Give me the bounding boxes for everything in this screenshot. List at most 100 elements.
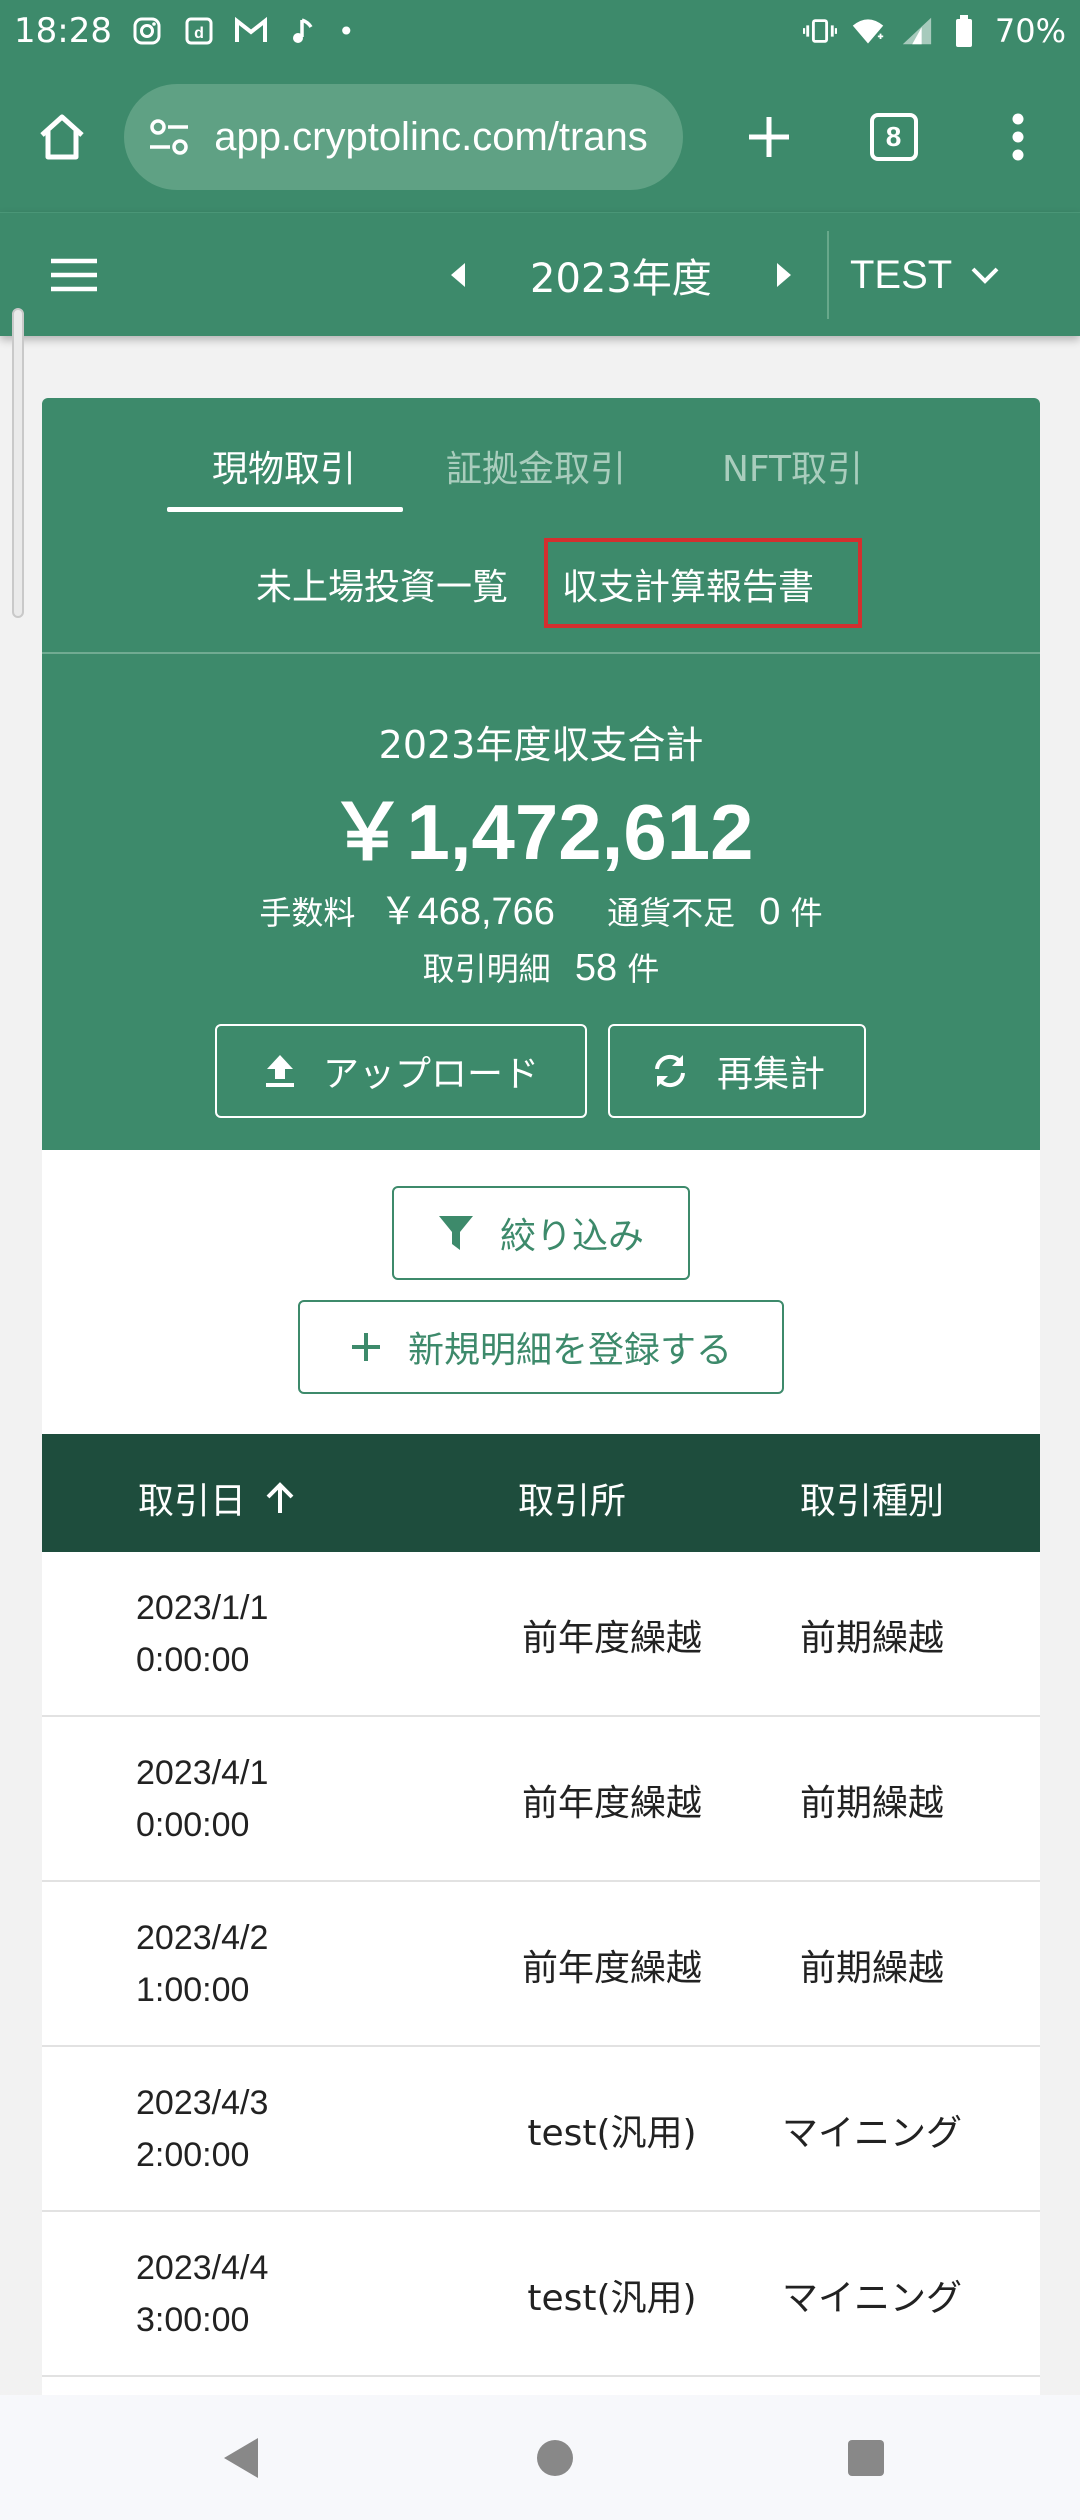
back-button[interactable] — [160, 2395, 320, 2520]
status-time: 18:28 — [14, 11, 112, 51]
fiscal-year: 2023年度 — [530, 256, 712, 302]
plus-icon — [351, 1333, 380, 1361]
new-entry-button[interactable]: 新規明細を登録する — [298, 1300, 784, 1394]
prev-year-button[interactable] — [430, 213, 486, 337]
arrow-up-icon — [266, 1482, 294, 1513]
exchange-header[interactable]: 取引所 — [518, 1472, 626, 1524]
scrollbar[interactable] — [12, 308, 24, 618]
row-type: 前期繰越 — [799, 1617, 944, 1659]
row-date: 2023/4/2 — [136, 1919, 269, 1957]
home-button[interactable] — [0, 62, 124, 212]
music-note-icon — [286, 14, 320, 48]
shortage-value: 0 — [759, 891, 781, 933]
table-header: 取引日 取引所 取引種別 — [42, 1434, 1040, 1552]
year-navigator: 2023年度 — [430, 213, 812, 337]
unlisted-investments-link[interactable]: 未上場投資一覧 — [256, 558, 508, 610]
signal-icon — [899, 14, 933, 48]
row-time: 1:00:00 — [136, 1971, 250, 2009]
row-date: 2023/4/3 — [136, 2084, 269, 2122]
recents-button[interactable] — [786, 2395, 946, 2520]
home-icon — [40, 114, 84, 160]
divider — [42, 652, 1040, 654]
caret-right-icon — [776, 263, 791, 287]
address-bar[interactable]: app.cryptolinc.com/trans — [124, 84, 684, 190]
row-exchange: 前年度繰越 — [521, 1782, 702, 1824]
row-time: 3:00:00 — [136, 2301, 250, 2339]
filter-icon — [438, 1216, 473, 1250]
sort-date-header[interactable]: 取引日 — [138, 1472, 296, 1524]
next-year-button[interactable] — [756, 213, 812, 337]
filter-label: 絞り込み — [499, 1216, 644, 1257]
svg-text:d: d — [194, 25, 204, 42]
url-text: app.cryptolinc.com/trans — [214, 114, 648, 159]
upload-button[interactable]: アップロード — [215, 1024, 587, 1118]
table-row[interactable]: 2023/4/1 0:00:00 前年度繰越 前期繰越 — [42, 1717, 1040, 1882]
table-row[interactable]: 2023/4/2 1:00:00 前年度繰越 前期繰越 — [42, 1882, 1040, 2047]
summary-panel: 現物取引 証拠金取引 NFT取引 未上場投資一覧 収支計算報告書 2023年度収… — [42, 398, 1040, 1150]
row-time: 0:00:00 — [136, 1641, 250, 1679]
recents-square-icon — [848, 2439, 884, 2476]
home-circle-icon — [537, 2439, 573, 2476]
tab-nft[interactable]: NFT取引 — [722, 440, 863, 492]
caret-left-icon — [451, 263, 465, 287]
home-nav-button[interactable] — [475, 2395, 635, 2520]
row-date: 2023/4/1 — [136, 1754, 269, 1792]
row-type: 前期繰越 — [799, 1947, 944, 1989]
system-nav-bar — [0, 2395, 1080, 2520]
tab-switcher-button[interactable]: 8 — [831, 62, 955, 212]
app-d-icon: d — [182, 14, 216, 48]
table-row[interactable]: 2023/4/4 3:00:00 test(汎用) マイニング — [42, 2212, 1040, 2377]
battery-percent: 70% — [994, 12, 1066, 50]
main-card: 現物取引 証拠金取引 NFT取引 未上場投資一覧 収支計算報告書 2023年度収… — [42, 398, 1040, 2520]
battery-icon — [947, 14, 981, 48]
hamburger-icon — [51, 258, 97, 291]
row-type: 前期繰越 — [799, 1782, 944, 1824]
row-datetime: 2023/4/4 3:00:00 — [136, 2242, 336, 2346]
new-entry-label: 新規明細を登録する — [407, 1330, 732, 1371]
type-header[interactable]: 取引種別 — [800, 1472, 944, 1524]
highlight-box — [544, 538, 862, 628]
details-unit: 件 — [627, 950, 660, 988]
table-row[interactable]: 2023/1/1 0:00:00 前年度繰越 前期繰越 — [42, 1552, 1040, 1717]
new-tab-button[interactable] — [707, 62, 831, 212]
row-exchange: 前年度繰越 — [521, 1617, 702, 1659]
row-exchange: 前年度繰越 — [521, 1947, 702, 1989]
row-datetime: 2023/4/1 0:00:00 — [136, 1747, 336, 1851]
app-header: 2023年度 TEST — [0, 212, 1080, 336]
row-date: 2023/1/1 — [136, 1589, 269, 1627]
fee-shortage-line: 手数料 ￥468,766 通貨不足 0 件 — [42, 880, 1040, 935]
site-settings-icon[interactable] — [146, 114, 192, 160]
status-bar: 18:28 d • 70% — [0, 0, 1080, 62]
summary-title: 2023年度収支合計 — [378, 723, 704, 767]
shortage-label: 通貨不足 — [607, 894, 736, 932]
row-exchange: test(汎用) — [527, 2277, 697, 2319]
gmail-icon — [234, 14, 268, 48]
fee-label: 手数料 — [259, 894, 356, 932]
filter-button[interactable]: 絞り込み — [392, 1186, 690, 1280]
plus-icon — [749, 117, 790, 157]
recalculate-button[interactable]: 再集計 — [608, 1024, 866, 1118]
chevron-down-icon — [971, 267, 999, 284]
account-name: TEST — [850, 252, 953, 297]
upload-label: アップロード — [322, 1054, 539, 1095]
vibrate-icon — [802, 14, 837, 48]
details-label: 取引明細 — [422, 950, 551, 988]
more-vert-icon — [1012, 113, 1024, 161]
table-row[interactable]: 2023/4/3 2:00:00 test(汎用) マイニング — [42, 2047, 1040, 2212]
row-time: 2:00:00 — [136, 2136, 250, 2174]
row-date: 2023/4/4 — [136, 2249, 269, 2287]
details-value: 58 — [574, 947, 618, 989]
tab-spot[interactable]: 現物取引 — [212, 440, 356, 492]
details-line: 取引明細 58 件 — [42, 944, 1040, 990]
row-type: マイニング — [781, 2112, 962, 2154]
row-datetime: 2023/1/1 0:00:00 — [136, 1582, 336, 1686]
status-dot: • — [337, 14, 355, 48]
upload-icon — [265, 1055, 294, 1087]
trade-type-tabs: 現物取引 証拠金取引 NFT取引 — [42, 398, 1040, 516]
tab-margin[interactable]: 証拠金取引 — [446, 440, 626, 492]
account-selector[interactable]: TEST — [850, 213, 1000, 337]
summary-total: ￥1,472,612 — [328, 788, 754, 876]
browser-menu-button[interactable] — [956, 62, 1080, 212]
back-triangle-icon — [224, 2437, 258, 2478]
shortage-unit: 件 — [790, 894, 823, 932]
